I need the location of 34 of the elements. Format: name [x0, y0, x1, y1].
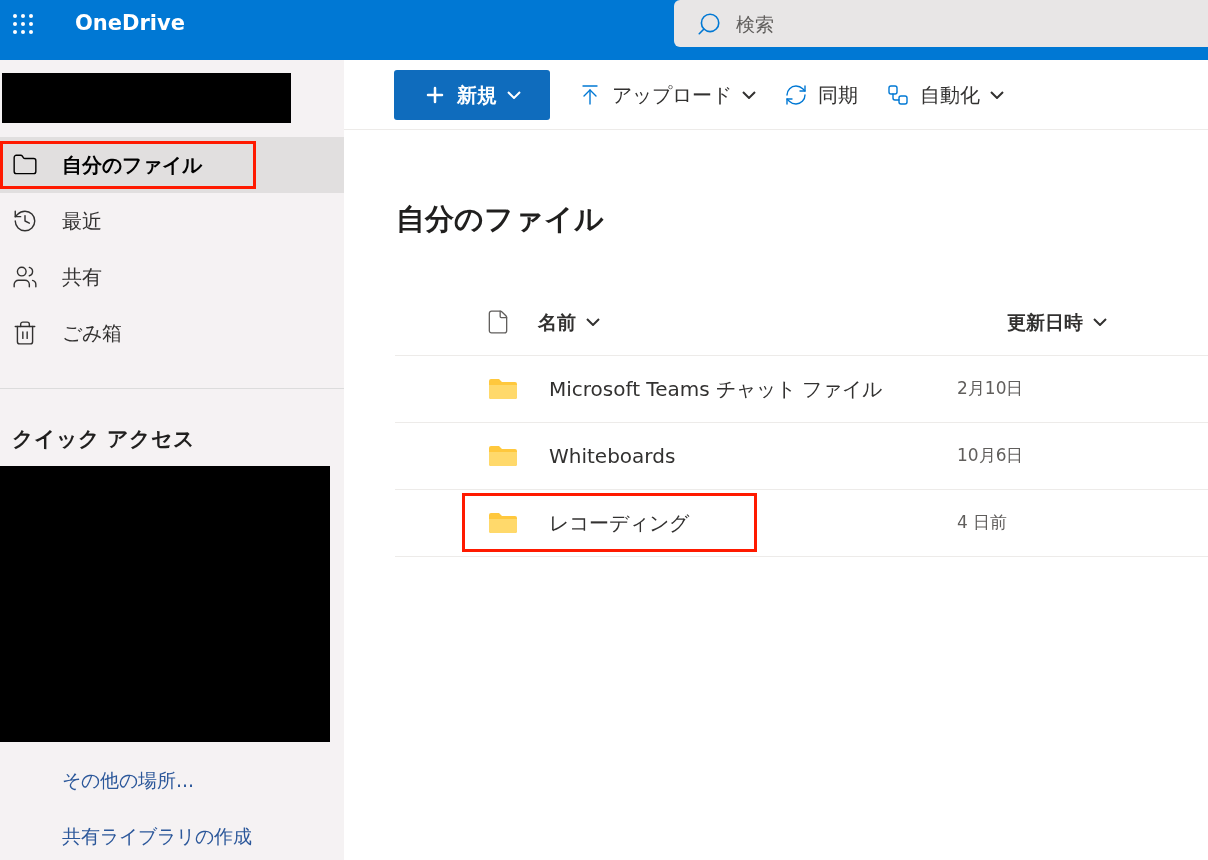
new-button[interactable]: 新規: [394, 69, 550, 120]
toolbar-button[interactable]: 同期: [784, 79, 858, 110]
app-title[interactable]: OneDrive: [75, 7, 185, 40]
section-title: クイック アクセス: [12, 426, 197, 453]
clock-icon: [12, 208, 38, 234]
nav-item[interactable]: ごみ箱: [0, 305, 344, 361]
sidebar-link[interactable]: 共有ライブラリの作成: [62, 822, 344, 851]
nav-item[interactable]: 最近: [0, 193, 344, 249]
page-heading: 自分のファイル: [396, 201, 605, 238]
flow-icon: [886, 82, 910, 107]
folder-icon: [489, 445, 517, 466]
folder-icon: [489, 378, 517, 399]
folder-icon: [489, 512, 517, 533]
modified-date: 4 日前: [957, 510, 1008, 534]
search-field[interactable]: 検索: [674, 0, 1208, 47]
bin-icon: [12, 320, 38, 346]
toolbar-button[interactable]: アップロード: [578, 79, 756, 110]
toolbar-button[interactable]: 自動化: [886, 79, 1004, 110]
modified-date: 10月6日: [957, 443, 1024, 467]
file-name[interactable]: Whiteboards: [549, 440, 676, 471]
people-icon: [12, 264, 38, 290]
column-header[interactable]: 更新日時: [1007, 307, 1107, 337]
nav-item[interactable]: 自分のファイル: [0, 137, 344, 193]
column-header[interactable]: 名前: [538, 307, 1007, 337]
search-icon: [696, 11, 722, 37]
sidebar-link[interactable]: その他の場所...: [62, 765, 344, 794]
chevron-icon: [586, 318, 600, 326]
file-name[interactable]: Microsoft Teams チャット ファイル: [549, 373, 883, 404]
modified-date: 2月10日: [957, 376, 1024, 400]
chevron-icon: [1093, 318, 1107, 326]
file-name[interactable]: レコーディング: [549, 507, 689, 538]
sync-icon: [784, 82, 808, 107]
nav-item[interactable]: 共有: [0, 249, 344, 305]
app-launcher-icon[interactable]: [12, 12, 34, 35]
